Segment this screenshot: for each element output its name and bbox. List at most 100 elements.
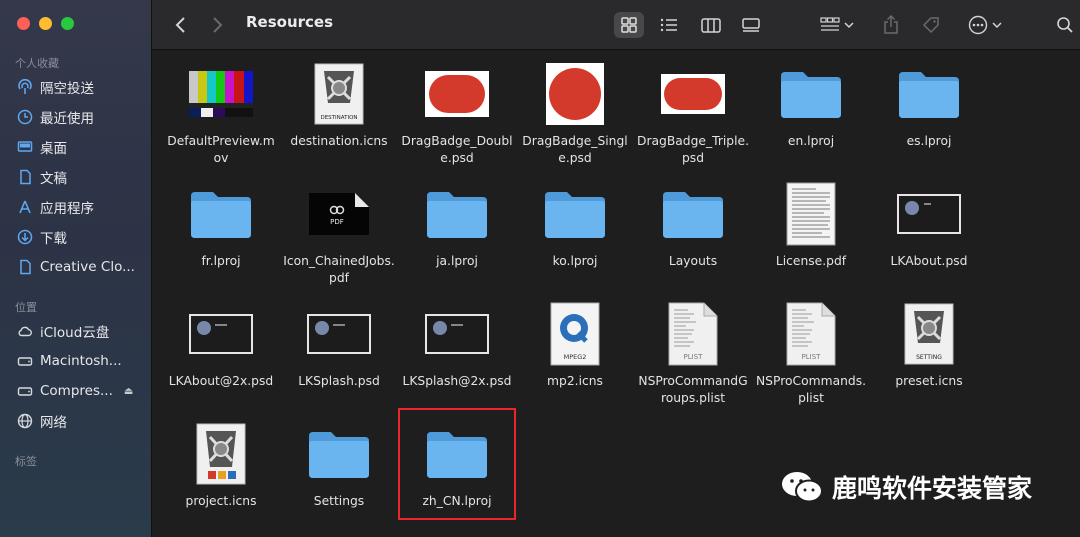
file-item[interactable]: LKSplash@2x.psd — [398, 299, 516, 390]
file-item[interactable]: License.pdf — [752, 179, 870, 270]
file-item[interactable]: DragBadge_Single.psd — [516, 59, 634, 167]
screen-thumbnail — [398, 299, 516, 369]
file-name: ko.lproj — [552, 254, 598, 268]
share-button[interactable] — [878, 12, 904, 38]
sidebar-item-desktop[interactable]: 桌面 — [17, 136, 149, 158]
icns-thumbnail: DESTINATION — [280, 59, 398, 129]
file-item[interactable]: LKSplash.psd — [280, 299, 398, 390]
folder-icon — [398, 179, 516, 249]
toolbar: Resources — [152, 0, 1080, 50]
group-button[interactable] — [816, 12, 858, 38]
minimize-window-button[interactable] — [39, 17, 52, 30]
file-name: DragBadge_Single.psd — [522, 134, 628, 165]
watermark-text: 鹿鸣软件安装管家 — [832, 474, 1033, 503]
file-item[interactable]: PDF Icon_ChainedJobs.pdf — [280, 179, 398, 287]
sidebar-item-label: Creative Clo... — [40, 259, 135, 275]
file-item[interactable]: LKAbout.psd — [870, 179, 988, 270]
column-view-button[interactable] — [696, 12, 726, 38]
gallery-view-button[interactable] — [736, 12, 766, 38]
sidebar-item-airdrop[interactable]: 隔空投送 — [17, 76, 149, 98]
chevron-right-icon — [213, 17, 223, 33]
sidebar: 个人收藏 隔空投送 最近使用 桌面 文稿 应用程序 下载 Creative Cl… — [0, 0, 152, 537]
file-item[interactable]: Layouts — [634, 179, 752, 270]
mpeg-thumbnail: MPEG2 — [516, 299, 634, 369]
folder-icon — [752, 59, 870, 129]
icns-thumbnail: SETTING — [870, 299, 988, 369]
destination-icon: DESTINATION — [314, 63, 364, 125]
sidebar-item-label: 下载 — [40, 231, 67, 247]
sidebar-item-downloads[interactable]: 下载 — [17, 226, 149, 248]
group-icon — [820, 17, 840, 31]
file-item[interactable]: en.lproj — [752, 59, 870, 150]
pdf-thumbnail: PDF — [280, 179, 398, 249]
tag-button[interactable] — [918, 12, 944, 38]
file-item[interactable]: DragBadge_Triple.psd — [634, 59, 752, 167]
highlight-box — [398, 408, 516, 520]
file-name: mp2.icns — [547, 374, 603, 388]
chevron-down-icon — [844, 22, 854, 29]
file-item[interactable]: ko.lproj — [516, 179, 634, 270]
sidebar-item-label: 隔空投送 — [40, 81, 94, 97]
sidebar-item-applications[interactable]: 应用程序 — [17, 196, 149, 218]
search-button[interactable] — [1052, 12, 1078, 38]
columns-icon — [701, 17, 721, 33]
screen-thumbnail — [280, 299, 398, 369]
sidebar-section-locations: 位置 — [15, 301, 37, 314]
file-item[interactable]: MPEG2 mp2.icns — [516, 299, 634, 390]
close-window-button[interactable] — [17, 17, 30, 30]
file-name: DragBadge_Double.psd — [401, 134, 513, 165]
sidebar-item-icloud[interactable]: iCloud云盘 — [17, 320, 149, 342]
pdf-thumbnail — [752, 179, 870, 249]
eject-icon[interactable]: ⏏ — [124, 386, 133, 397]
sidebar-item-label: Compres... — [40, 383, 113, 399]
icon-view-button[interactable] — [614, 12, 644, 38]
sidebar-item-label: Macintosh... — [40, 353, 122, 369]
sidebar-item-documents[interactable]: 文稿 — [17, 166, 149, 188]
back-button[interactable] — [170, 12, 192, 38]
quicktime-icon: MPEG2 — [550, 302, 600, 366]
sidebar-item-compressor[interactable]: Compres... ⏏ — [17, 380, 149, 402]
list-view-button[interactable] — [654, 12, 684, 38]
file-item[interactable]: es.lproj — [870, 59, 988, 150]
share-icon — [884, 15, 898, 34]
sidebar-item-network[interactable]: 网络 — [17, 410, 149, 432]
file-name: project.icns — [185, 494, 257, 508]
file-item[interactable]: ja.lproj — [398, 179, 516, 270]
sidebar-item-recents[interactable]: 最近使用 — [17, 106, 149, 128]
file-item[interactable]: fr.lproj — [162, 179, 280, 270]
badge-text: PLIST — [802, 353, 822, 361]
file-item[interactable]: SETTING preset.icns — [870, 299, 988, 390]
maximize-window-button[interactable] — [61, 17, 74, 30]
file-item[interactable]: Settings — [280, 419, 398, 510]
file-item[interactable]: PLIST NSProCommandGroups.plist — [634, 299, 752, 407]
folder-icon — [162, 179, 280, 249]
file-item[interactable]: LKAbout@2x.psd — [162, 299, 280, 390]
plist-icon: PLIST — [786, 302, 836, 366]
badge-text: PLIST — [684, 353, 704, 361]
file-item[interactable]: DragBadge_Double.psd — [398, 59, 516, 167]
folder-icon — [870, 59, 988, 129]
document-icon — [20, 169, 31, 185]
sidebar-item-creative-cloud[interactable]: Creative Clo... — [17, 256, 149, 278]
badge-thumbnail — [398, 59, 516, 129]
file-name: NSProCommandGroups.plist — [638, 374, 748, 405]
disk-icon — [17, 387, 33, 396]
file-item[interactable]: project.icns — [162, 419, 280, 510]
file-item[interactable]: DefaultPreview.mov — [162, 59, 280, 167]
watermark: 鹿鸣软件安装管家 — [780, 469, 1032, 505]
sidebar-section-tags: 标签 — [15, 455, 37, 468]
icns-thumbnail — [162, 419, 280, 489]
plist-thumbnail: PLIST — [634, 299, 752, 369]
folder-icon — [516, 179, 634, 249]
badge-thumbnail — [634, 59, 752, 129]
more-icon — [968, 15, 988, 35]
grid-icon — [621, 17, 637, 33]
sidebar-item-macintosh[interactable]: Macintosh... — [17, 350, 149, 372]
search-icon — [1057, 17, 1073, 33]
file-item[interactable]: DESTINATION destination.icns — [280, 59, 398, 150]
forward-button[interactable] — [206, 12, 228, 38]
file-name: License.pdf — [775, 254, 847, 268]
file-item[interactable]: PLIST NSProCommands.plist — [752, 299, 870, 407]
action-menu-button[interactable] — [964, 12, 1006, 38]
file-name: fr.lproj — [201, 254, 241, 268]
